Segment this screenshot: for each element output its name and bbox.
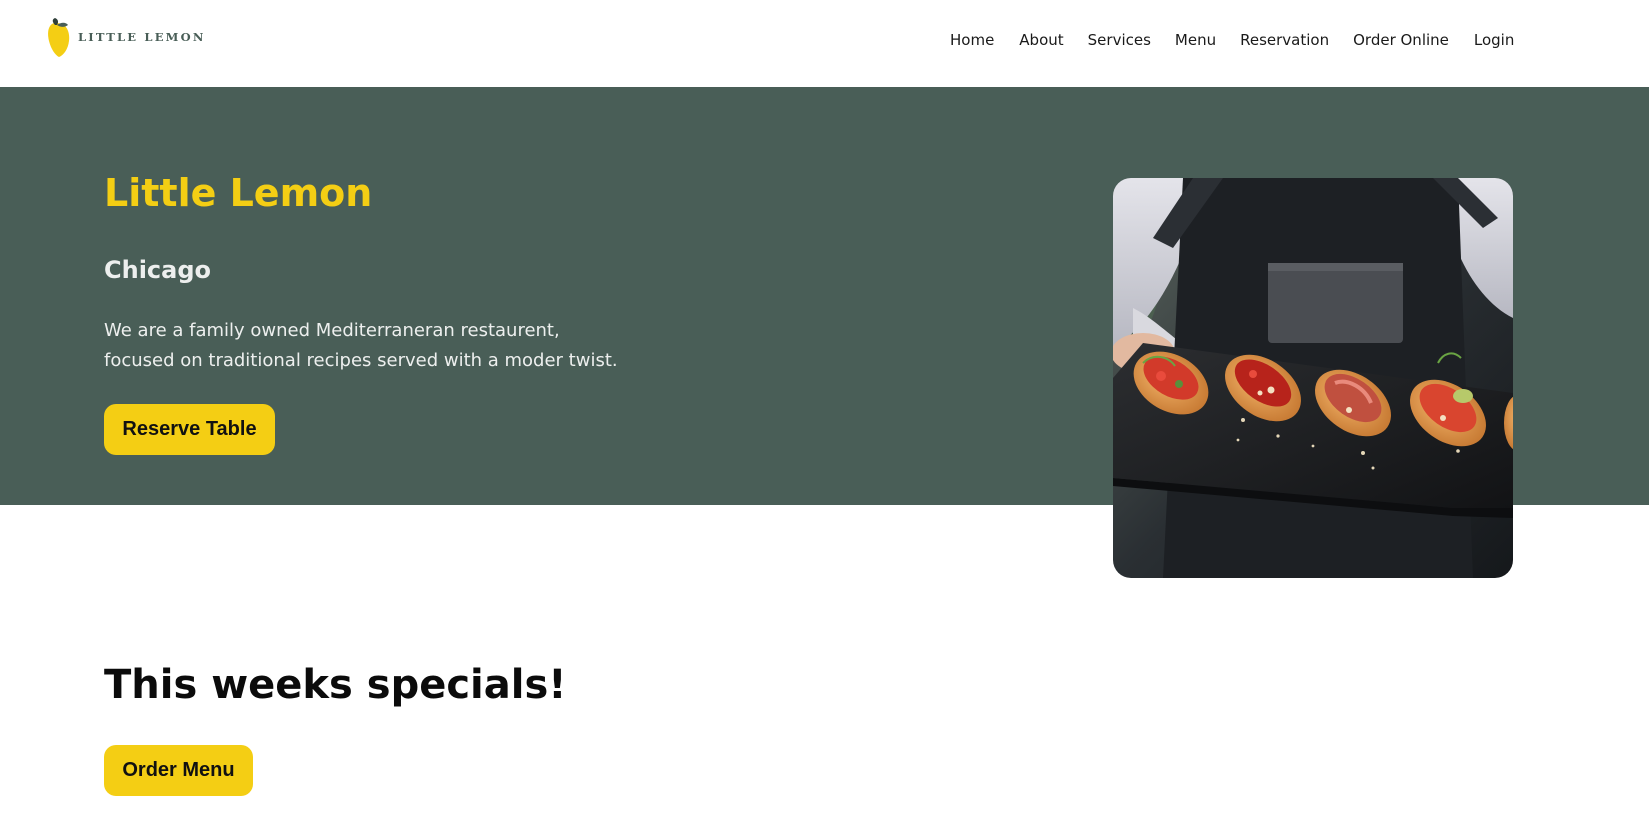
specials-title: This weeks specials!	[104, 662, 567, 708]
bruschetta-photo-icon	[1113, 178, 1513, 578]
order-menu-button[interactable]: Order Menu	[104, 745, 253, 796]
logo-text: LITTLE LEMON	[78, 30, 206, 44]
hero-description: We are a family owned Mediterraneran res…	[104, 320, 618, 371]
reserve-table-button[interactable]: Reserve Table	[104, 404, 275, 455]
hero-subtitle: Chicago	[104, 256, 212, 284]
nav-item-home[interactable]: Home	[950, 31, 994, 49]
nav-item-order-online[interactable]: Order Online	[1353, 31, 1449, 49]
site-header: LITTLE LEMON Home About Services Menu Re…	[0, 0, 1649, 87]
nav-item-login[interactable]: Login	[1474, 31, 1514, 49]
nav-item-services[interactable]: Services	[1088, 31, 1151, 49]
logo[interactable]: LITTLE LEMON	[46, 17, 206, 59]
nav-item-about[interactable]: About	[1019, 31, 1063, 49]
hero-title: Little Lemon	[104, 171, 373, 215]
main-nav: Home About Services Menu Reservation Ord…	[950, 28, 1514, 52]
nav-item-reservation[interactable]: Reservation	[1240, 31, 1329, 49]
hero-image	[1113, 178, 1513, 578]
nav-item-menu[interactable]: Menu	[1175, 31, 1216, 49]
lemon-logo-icon	[48, 18, 70, 57]
